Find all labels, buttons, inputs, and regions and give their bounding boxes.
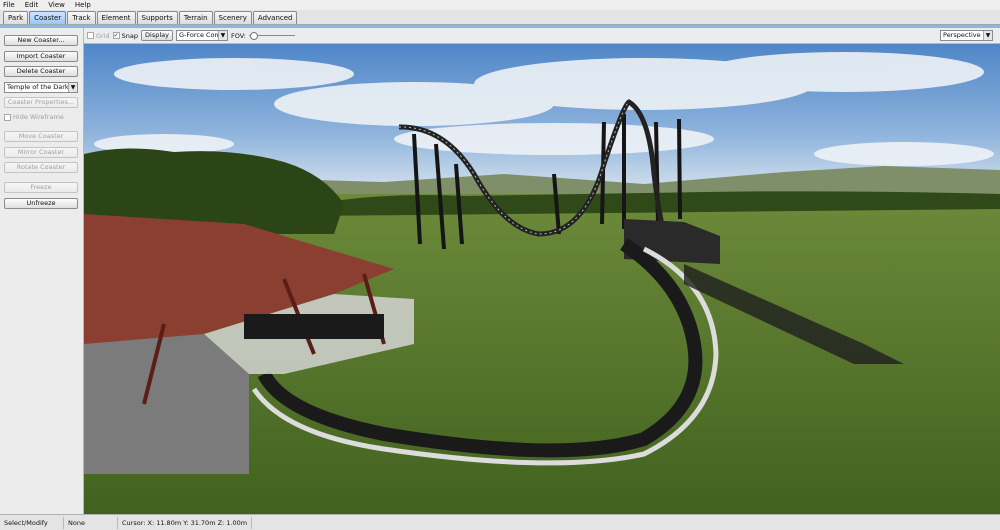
chevron-down-icon[interactable]: ▼ — [217, 31, 227, 40]
hide-wireframe-label: Hide Wireframe — [13, 113, 64, 121]
checkbox-icon[interactable] — [87, 32, 94, 39]
snap-label: Snap — [121, 31, 139, 40]
tab-bar: Park Coaster Track Element Supports Terr… — [0, 10, 1000, 25]
tab-coaster[interactable]: Coaster — [29, 11, 67, 24]
status-cursor: Cursor: X: 11.80m Y: 31.70m Z: 1.00m — [118, 516, 253, 529]
unfreeze-button[interactable]: Unfreeze — [4, 197, 78, 209]
grid-label: Grid — [96, 31, 110, 40]
freeze-button[interactable]: Freeze — [4, 182, 78, 193]
tab-advanced[interactable]: Advanced — [252, 11, 298, 24]
tab-terrain[interactable]: Terrain — [178, 11, 213, 24]
scene-render — [84, 44, 1000, 514]
tab-scenery[interactable]: Scenery — [213, 11, 252, 24]
menu-help[interactable]: Help — [75, 1, 91, 9]
import-coaster-button[interactable]: Import Coaster — [4, 50, 78, 62]
display-button[interactable]: Display — [141, 30, 173, 41]
projection-select[interactable]: Perspective ▼ — [940, 30, 993, 41]
delete-coaster-button[interactable]: Delete Coaster — [4, 66, 78, 77]
grid-toggle[interactable]: Grid — [87, 32, 110, 40]
station-wall — [84, 334, 249, 474]
status-selection: None Selected — [64, 516, 118, 529]
move-coaster-button[interactable]: Move Coaster — [4, 131, 78, 142]
snap-toggle[interactable]: ✓ Snap — [112, 31, 139, 40]
status-mode: Select/Modify — [0, 516, 64, 529]
coaster-sidebar: New Coaster... Import Coaster Delete Coa… — [0, 28, 84, 514]
chevron-down-icon[interactable]: ▼ — [68, 82, 77, 92]
tab-element[interactable]: Element — [96, 11, 136, 24]
coaster-properties-button[interactable]: Coaster Properties... — [4, 96, 78, 108]
coaster-train — [244, 314, 384, 339]
status-bar: Select/Modify None Selected Cursor: X: 1… — [0, 514, 1000, 530]
coaster-select-value: Temple of the Dark Ti — [7, 82, 77, 91]
rotate-coaster-button[interactable]: Rotate Coaster — [4, 162, 78, 173]
menu-bar: File Edit View Help — [0, 0, 1000, 10]
chevron-down-icon[interactable]: ▼ — [983, 31, 992, 40]
checkmark-icon[interactable]: ✓ — [112, 32, 120, 39]
tab-supports[interactable]: Supports — [136, 11, 178, 24]
menu-edit[interactable]: Edit — [25, 1, 39, 9]
menu-file[interactable]: File — [3, 1, 15, 9]
mirror-coaster-button[interactable]: Mirror Coaster — [4, 146, 78, 158]
checkbox-icon[interactable] — [4, 113, 11, 121]
viewport-toolbar: Grid ✓ Snap Display G-Force Comb ▼ FOV: … — [84, 28, 1000, 44]
tab-park[interactable]: Park — [3, 11, 29, 24]
new-coaster-button[interactable]: New Coaster... — [4, 35, 78, 46]
tab-track[interactable]: Track — [67, 11, 96, 24]
fov-label: FOV: — [230, 31, 246, 40]
menu-view[interactable]: View — [48, 1, 65, 9]
slider-thumb[interactable] — [249, 31, 258, 40]
fov-control: FOV: — [230, 31, 295, 40]
projection-select-value: Perspective — [943, 31, 981, 39]
coaster-select[interactable]: Temple of the Dark Ti ▼ — [4, 81, 78, 93]
gforce-select[interactable]: G-Force Comb ▼ — [175, 30, 228, 41]
3d-viewport[interactable] — [84, 44, 1000, 514]
fov-slider[interactable] — [248, 31, 295, 40]
hide-wireframe-checkbox[interactable]: Hide Wireframe — [4, 112, 79, 122]
